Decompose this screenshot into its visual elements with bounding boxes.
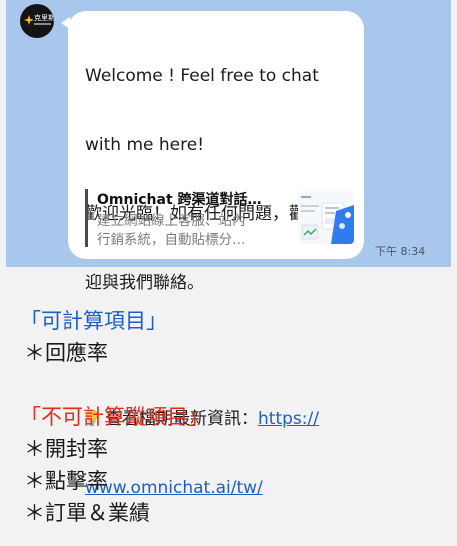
avatar-tagline	[34, 23, 51, 25]
brand-logo-icon	[24, 15, 34, 25]
message-line: 迎與我們聯絡。	[85, 273, 204, 293]
message-line: with me here!	[85, 135, 205, 155]
list-item: ＊開封率	[24, 437, 108, 461]
avatar[interactable]: 克里斯	[20, 4, 54, 38]
list-item: ＊點擊率	[24, 469, 108, 493]
preview-thumbnail-graphic	[298, 191, 354, 244]
preview-description: 建立網站線上客服、站內 行銷系統，自動貼標分…	[97, 212, 279, 250]
notes-spacer	[24, 369, 444, 401]
list-item: ＊回應率	[24, 341, 108, 365]
avatar-name: 克里斯	[34, 14, 54, 22]
message-timestamp: 下午 8:34	[375, 245, 426, 258]
message-bubble[interactable]: Welcome ! Feel free to chat with me here…	[61, 11, 364, 498]
list-item: ＊訂單＆業績	[24, 501, 150, 525]
heading-uncountable: 「不可計算蹤項目」	[20, 405, 209, 429]
heading-countable: 「可計算項目」	[20, 309, 167, 333]
notes-section: 「可計算項目」 ＊回應率 「不可計算蹤項目」 ＊開封率 ＊點擊率 ＊訂單＆業績	[20, 305, 444, 529]
preview-title: Omnichat 跨渠道對話…	[97, 192, 262, 208]
preview-description-line: 行銷系統，自動貼標分…	[97, 232, 246, 248]
link-preview-card[interactable]: Omnichat 跨渠道對話… 建立網站線上客服、站內 行銷系統，自動貼標分…	[85, 189, 355, 250]
bubble-tail	[61, 17, 70, 29]
website-preview-thumbnail	[298, 191, 354, 244]
preview-description-line: 建立網站線上客服、站內	[97, 213, 246, 229]
chat-panel: 克里斯 Welcome ! Feel free to chat with me …	[6, 0, 451, 498]
preview-accent-bar	[85, 189, 88, 247]
message-line: Welcome ! Feel free to chat	[85, 66, 319, 86]
